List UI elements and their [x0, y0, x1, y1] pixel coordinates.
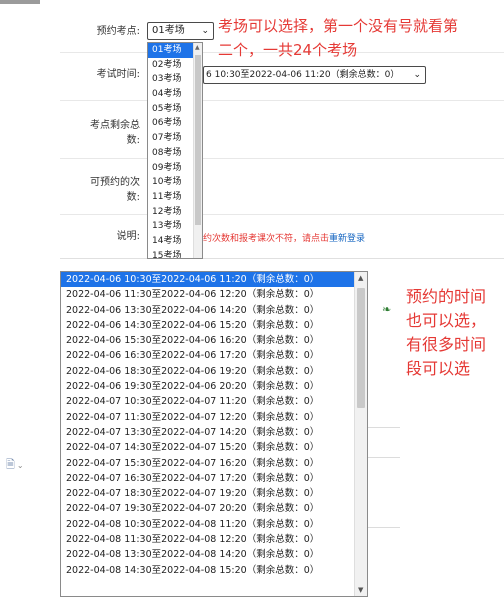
exam-time-option[interactable]: 2022-04-07 11:30至2022-04-07 12:20（剩余总数：0…: [61, 410, 367, 425]
exam-time-dropdown[interactable]: 2022-04-06 10:30至2022-04-06 11:20（剩余总数：0…: [60, 271, 368, 597]
exam-time-option[interactable]: 2022-04-06 11:30至2022-04-06 12:20（剩余总数：0…: [61, 287, 367, 302]
time-annotation: 预约的时间也可以选，有很多时间段可以选: [406, 287, 487, 378]
remaining-total-label: 考点剩余总 数:: [60, 118, 140, 148]
row-divider: [60, 158, 504, 159]
chevron-down-icon: ⌄: [201, 26, 209, 36]
row-divider: [60, 100, 504, 101]
note-label: 说明:: [116, 231, 140, 242]
scrollbar-thumb[interactable]: [357, 288, 365, 408]
exam-site-dropdown[interactable]: 01考场 02考场 03考场 04考场 05考场 06考场 07考场 08考场 09考场 10考场…: [147, 42, 203, 259]
bookable-count-label-line1: 可预约的次: [90, 177, 140, 188]
exam-time-option[interactable]: 2022-04-06 14:30至2022-04-06 15:20（剩余总数：0…: [61, 318, 367, 333]
exam-site-select[interactable]: 01考场 ⌄: [147, 22, 214, 40]
exam-time-select[interactable]: 6 10:30至2022-04-06 11:20（剩余总数：0） ⌄: [203, 66, 426, 84]
exam-time-option[interactable]: 2022-04-08 10:30至2022-04-08 11:20（剩余总数：0…: [61, 517, 367, 532]
exam-time-option[interactable]: 2022-04-07 15:30至2022-04-07 16:20（剩余总数：0…: [61, 456, 367, 471]
bookable-count-label-line2: 数:: [126, 192, 140, 203]
exam-time-option[interactable]: 2022-04-08 13:30至2022-04-08 14:20（剩余总数：0…: [61, 547, 367, 562]
exam-time-option[interactable]: 2022-04-06 18:30至2022-04-06 19:20（剩余总数：0…: [61, 364, 367, 379]
remaining-total-label-line2: 数:: [126, 135, 140, 146]
exam-time-option[interactable]: 2022-04-07 10:30至2022-04-07 11:20（剩余总数：0…: [61, 394, 367, 409]
chevron-down-icon: ⌄: [16, 461, 24, 470]
scroll-down-icon[interactable]: ▼: [358, 586, 363, 594]
exam-time-option[interactable]: 2022-04-06 13:30至2022-04-06 14:20（剩余总数：0…: [61, 303, 367, 318]
exam-time-scrollbar[interactable]: ▲ ▼: [354, 272, 367, 596]
chevron-down-icon: ⌄: [413, 70, 421, 80]
exam-time-option[interactable]: 2022-04-07 18:30至2022-04-07 19:20（剩余总数：0…: [61, 486, 367, 501]
exam-time-option[interactable]: 2022-04-07 16:30至2022-04-07 17:20（剩余总数：0…: [61, 471, 367, 486]
site-annotation: 考场可以选择，第一个没有号就看第二个，一共24个考场: [218, 17, 459, 59]
form-bottom-divider: [60, 258, 504, 259]
row-divider: [60, 214, 504, 215]
scroll-up-icon[interactable]: ▲: [195, 44, 200, 51]
exam-time-option[interactable]: 2022-04-07 14:30至2022-04-07 15:20（剩余总数：0…: [61, 440, 367, 455]
scroll-up-icon[interactable]: ▲: [358, 274, 363, 282]
exam-time-label: 考试时间:: [96, 69, 140, 80]
exam-time-option[interactable]: 2022-04-07 19:30至2022-04-07 20:20（剩余总数：0…: [61, 501, 367, 516]
bookable-count-label: 可预约的次 数:: [60, 175, 140, 205]
exam-site-select-value: 01考场: [152, 25, 185, 36]
exam-site-scrollbar[interactable]: ▲: [193, 43, 202, 258]
scrollbar-thumb[interactable]: [195, 55, 201, 225]
exam-time-option[interactable]: 2022-04-06 15:30至2022-04-06 16:20（剩余总数：0…: [61, 333, 367, 348]
note-text-body: 约次数和报考课次不符，请点击: [203, 234, 330, 244]
exam-time-option[interactable]: 2022-04-08 11:30至2022-04-08 12:20（剩余总数：0…: [61, 532, 367, 547]
exam-time-option[interactable]: 2022-04-06 19:30至2022-04-06 20:20（剩余总数：0…: [61, 379, 367, 394]
leaf-icon: ❧: [382, 303, 392, 316]
document-icon[interactable]: 🗎 ⌄: [6, 456, 24, 475]
exam-time-option[interactable]: 2022-04-08 14:30至2022-04-08 15:20（剩余总数：0…: [61, 563, 367, 578]
exam-time-option[interactable]: 2022-04-06 16:30至2022-04-06 17:20（剩余总数：0…: [61, 348, 367, 363]
remaining-total-label-line1: 考点剩余总: [90, 120, 140, 131]
exam-site-label: 预约考点:: [96, 26, 140, 37]
exam-time-option[interactable]: 2022-04-07 13:30至2022-04-07 14:20（剩余总数：0…: [61, 425, 367, 440]
exam-time-option-list: 2022-04-06 10:30至2022-04-06 11:20（剩余总数：0…: [61, 272, 367, 578]
top-left-strip: [0, 0, 40, 4]
relogin-link[interactable]: 重新登录: [329, 234, 365, 244]
exam-time-option[interactable]: 2022-04-06 10:30至2022-04-06 11:20（剩余总数：0…: [61, 272, 367, 288]
exam-time-select-value: 6 10:30至2022-04-06 11:20（剩余总数：0）: [206, 70, 400, 80]
note-text: 约次数和报考课次不符，请点击重新登录: [203, 231, 365, 244]
